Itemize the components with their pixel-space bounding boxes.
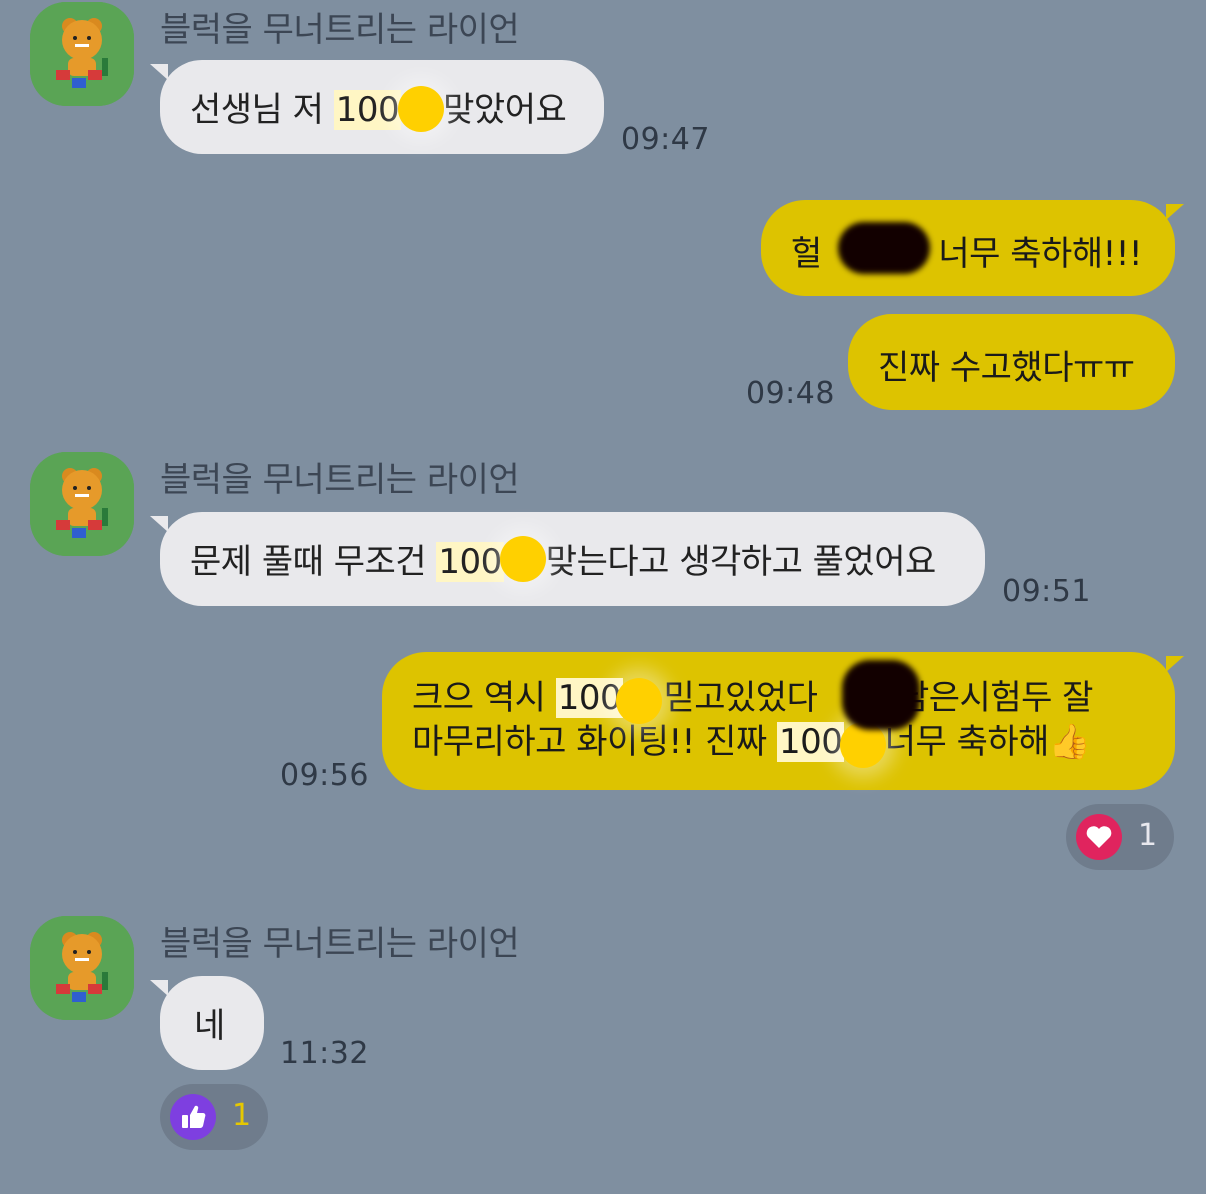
- redaction-mark: [838, 222, 930, 274]
- message-timestamp: 09:47: [621, 122, 710, 157]
- message-text: 네: [194, 1006, 225, 1046]
- profile-avatar[interactable]: [30, 916, 134, 1020]
- message-bubble-incoming[interactable]: 선생님 저 100 맞았어요: [160, 60, 604, 154]
- ryan-avatar-icon: [30, 452, 134, 556]
- highlighted-text: 100: [436, 542, 504, 582]
- emoji-sticker-icon: [500, 536, 546, 582]
- emoji-sticker-icon: [398, 86, 444, 132]
- redaction-mark: [842, 660, 920, 730]
- message-text: 문제 풀때 무조건: [190, 542, 437, 582]
- message-timestamp: 09:51: [1002, 574, 1091, 609]
- highlighted-text: 100: [776, 722, 845, 762]
- emoji-sticker-icon: [616, 678, 662, 724]
- thumbs-up-icon: [170, 1094, 216, 1140]
- reaction-count: 1: [1138, 818, 1158, 853]
- sender-name: 블럭을 무너트리는 라이언: [160, 10, 520, 50]
- message-text: 헐: [791, 234, 833, 274]
- bubble-tail: [150, 64, 168, 80]
- highlighted-text: 100: [333, 90, 402, 130]
- message-text: 맞았어요: [443, 90, 567, 130]
- sender-name: 블럭을 무너트리는 라이언: [160, 924, 520, 964]
- message-timestamp: 09:48: [746, 376, 835, 411]
- message-text: 선생님 저: [190, 90, 334, 130]
- message-bubble-outgoing[interactable]: 크으 역시 100 믿고있었다 남은시험두 잘 마무리하고 화이팅!! 진짜 1…: [382, 652, 1175, 790]
- profile-avatar[interactable]: [30, 2, 134, 106]
- message-bubble-outgoing[interactable]: 진짜 수고했다ㅠㅠ: [848, 314, 1175, 410]
- bubble-tail: [150, 516, 168, 532]
- message-text: 마무리하고 화이팅!! 진짜: [412, 722, 777, 762]
- message-text: 너무 축하해!!!: [928, 234, 1142, 274]
- message-bubble-incoming[interactable]: 문제 풀때 무조건 100 맞는다고 생각하고 풀었어요: [160, 512, 985, 606]
- thumbs-up-emoji-icon: 👍: [1048, 722, 1091, 762]
- message-text: 믿고있었다: [653, 678, 828, 718]
- ryan-avatar-icon: [30, 2, 134, 106]
- message-timestamp: 09:56: [280, 758, 369, 793]
- heart-icon: [1076, 814, 1122, 860]
- like-reaction[interactable]: 1: [160, 1084, 268, 1150]
- bubble-tail: [150, 980, 168, 996]
- reaction-count: 1: [232, 1098, 252, 1133]
- heart-reaction[interactable]: 1: [1066, 804, 1174, 870]
- bubble-tail: [1166, 656, 1184, 672]
- bubble-tail: [1166, 204, 1184, 220]
- message-timestamp: 11:32: [280, 1036, 369, 1071]
- sender-name: 블럭을 무너트리는 라이언: [160, 460, 520, 500]
- ryan-avatar-icon: [30, 916, 134, 1020]
- message-text: 진짜 수고했다ㅠㅠ: [878, 348, 1135, 388]
- message-text: 맞는다고 생각하고 풀었어요: [545, 542, 936, 582]
- message-bubble-outgoing[interactable]: 헐 너무 축하해!!!: [761, 200, 1175, 296]
- message-bubble-incoming[interactable]: 네: [160, 976, 264, 1070]
- highlighted-text: 100: [555, 678, 624, 718]
- message-text: 크으 역시: [412, 678, 556, 718]
- profile-avatar[interactable]: [30, 452, 134, 556]
